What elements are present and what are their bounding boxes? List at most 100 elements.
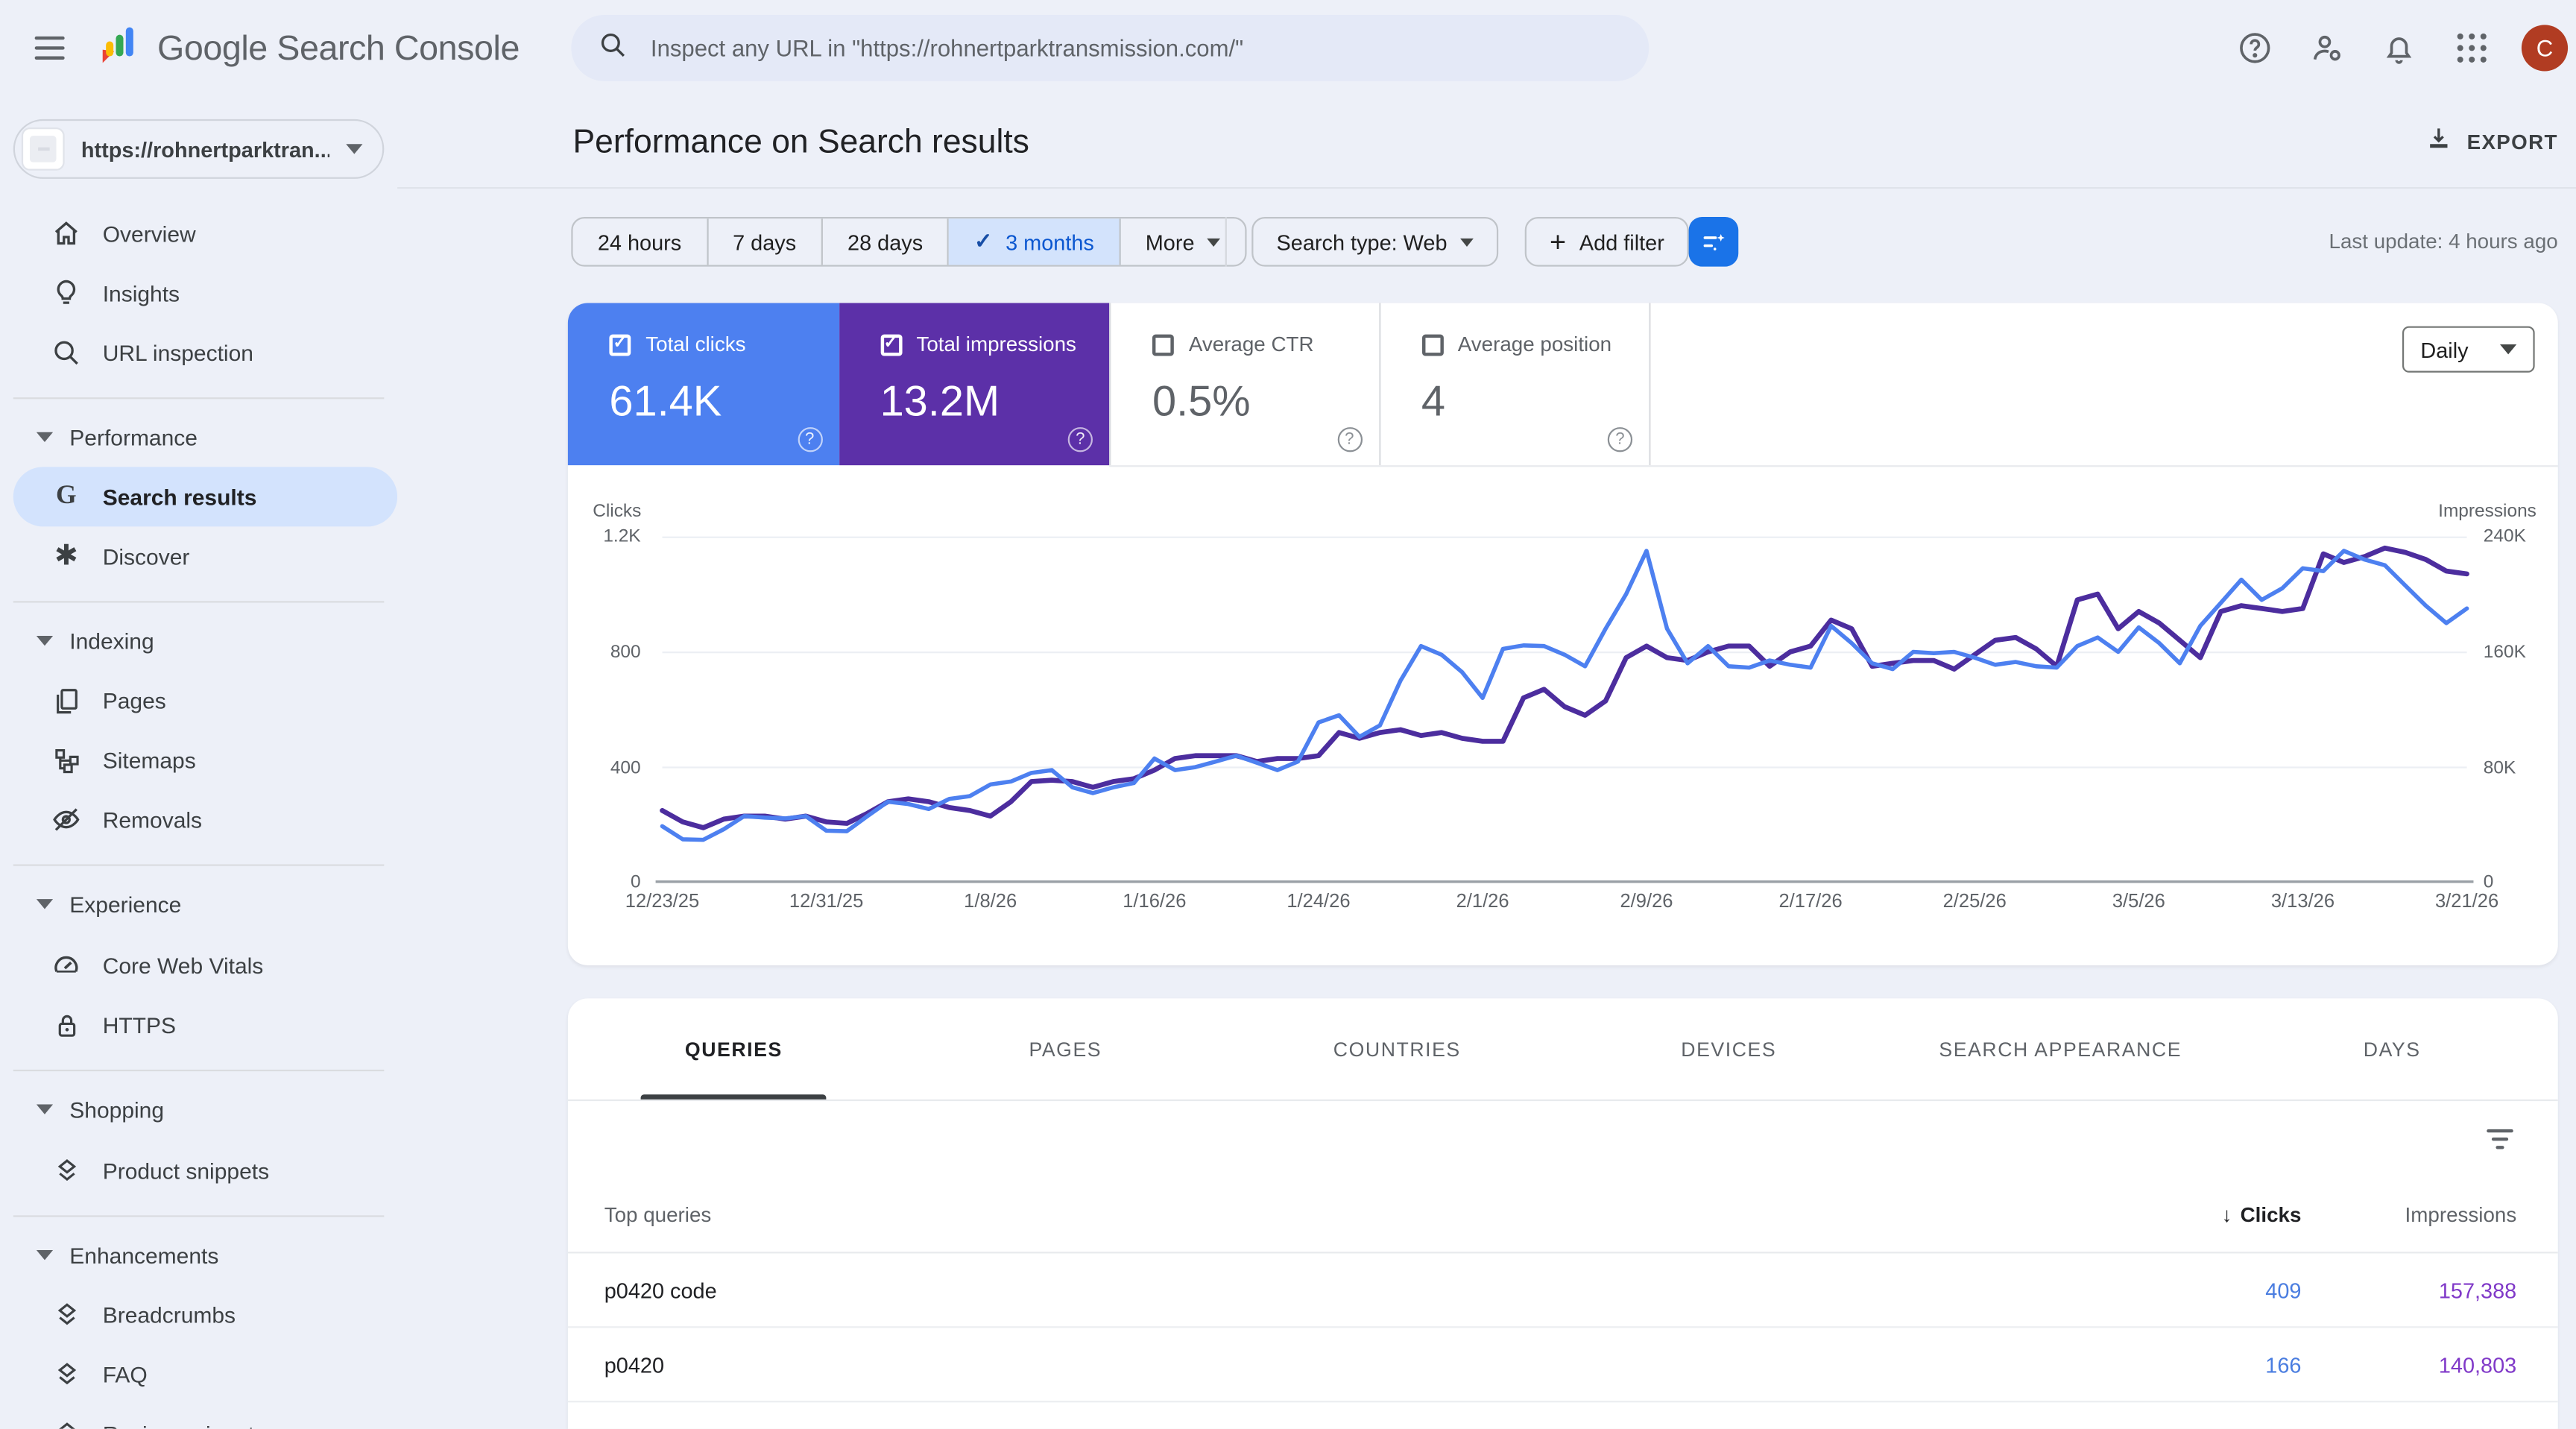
range-more[interactable]: More — [1120, 218, 1246, 265]
section-collapse-icon — [37, 636, 53, 646]
sidebar-section-enhancements[interactable]: Enhancements — [0, 1230, 397, 1280]
left-axis-tick: 0 — [568, 873, 641, 893]
sidebar-divider — [13, 1215, 385, 1217]
sidebar-item-core-web-vitals[interactable]: Core Web Vitals — [0, 936, 397, 995]
sidebar-item-overview[interactable]: Overview — [0, 204, 397, 263]
table-toolbar — [568, 1101, 2558, 1177]
sidebar-item-discover[interactable]: ✱ Discover — [0, 526, 397, 586]
sidebar-item-faq[interactable]: FAQ — [0, 1345, 397, 1404]
timeseries-chart[interactable] — [662, 537, 2466, 883]
dimensions-table-card: QUERIES PAGES COUNTRIES DEVICES SEARCH A… — [568, 998, 2558, 1429]
plus-icon: + — [1550, 227, 1566, 256]
tab-pages[interactable]: PAGES — [900, 998, 1231, 1099]
x-tick: 2/25/26 — [1943, 892, 2007, 912]
x-tick: 12/23/25 — [625, 892, 699, 912]
sidebar-item-url-inspection[interactable]: URL inspection — [0, 323, 397, 382]
help-icon[interactable] — [2232, 25, 2278, 71]
sidebar-item-label: Removals — [103, 807, 202, 832]
help-circle-icon[interactable]: ? — [798, 427, 822, 452]
sidebar-item-label: Sitemaps — [103, 748, 196, 772]
right-axis-tick: 240K — [2484, 526, 2526, 546]
average-ctr-tile[interactable]: Average CTR 0.5% ? — [1109, 303, 1380, 465]
app-logo[interactable]: Google Search Console — [96, 22, 520, 76]
column-clicks-sort[interactable]: ↓Clicks — [2222, 1204, 2302, 1227]
left-axis-tick: 400 — [568, 758, 641, 778]
table-row[interactable]: p0420 166 140,803 — [568, 1328, 2558, 1402]
section-collapse-icon — [37, 1105, 53, 1114]
range-28-days[interactable]: 28 days — [823, 218, 950, 265]
sidebar-section-indexing[interactable]: Indexing — [0, 616, 397, 666]
sort-desc-icon: ↓ — [2222, 1204, 2232, 1227]
help-circle-icon[interactable]: ? — [1068, 427, 1093, 452]
asterisk-icon: ✱ — [50, 540, 83, 572]
property-selector[interactable]: https://rohnertparktran... — [13, 119, 385, 179]
sidebar-item-pages[interactable]: Pages — [0, 671, 397, 731]
table-header: Top queries ↓Clicks Impressions — [568, 1177, 2558, 1253]
tab-devices[interactable]: DEVICES — [1563, 998, 1895, 1099]
search-type-chip[interactable]: Search type: Web — [1251, 217, 1498, 267]
impressions-value[interactable]: 140,803 — [2439, 1353, 2516, 1378]
tab-countries[interactable]: COUNTRIES — [1231, 998, 1563, 1099]
sidebar-item-label: Breadcrumbs — [103, 1302, 236, 1327]
section-label: Enhancements — [69, 1243, 218, 1267]
granularity-select[interactable]: Daily — [2402, 327, 2535, 373]
check-icon: ✓ — [974, 229, 992, 256]
total-clicks-tile[interactable]: ✓Total clicks 61.4K ? — [568, 303, 839, 465]
add-filter-chip[interactable]: + Add filter — [1525, 217, 1689, 267]
range-24-hours[interactable]: 24 hours — [573, 218, 708, 265]
hamburger-menu-icon[interactable] — [35, 37, 65, 60]
url-inspect-searchbar[interactable] — [571, 15, 1649, 81]
export-button[interactable]: EXPORT — [2424, 124, 2558, 160]
tab-queries[interactable]: QUERIES — [568, 998, 900, 1099]
sidebar-item-breadcrumbs[interactable]: Breadcrumbs — [0, 1285, 397, 1345]
help-circle-icon[interactable]: ? — [1337, 427, 1362, 452]
chevron-down-icon — [346, 144, 362, 154]
total-impressions-tile[interactable]: ✓Total impressions 13.2M ? — [839, 303, 1109, 465]
notifications-bell-icon[interactable] — [2375, 25, 2422, 71]
sidebar-item-label: Discover — [103, 544, 190, 569]
search-input[interactable] — [647, 33, 1622, 63]
sidebar-item-https[interactable]: HTTPS — [0, 995, 397, 1055]
property-label: https://rohnertparktran... — [81, 136, 329, 161]
sidebar-item-review-snippets[interactable]: Review snippets — [0, 1404, 397, 1429]
help-circle-icon[interactable]: ? — [1608, 427, 1632, 452]
sidebar-item-product-snippets[interactable]: Product snippets — [0, 1141, 397, 1200]
column-impressions[interactable]: Impressions — [2405, 1204, 2517, 1227]
lock-icon — [50, 1009, 83, 1041]
user-settings-icon[interactable] — [2305, 25, 2351, 71]
average-position-tile[interactable]: Average position 4 ? — [1380, 303, 1650, 465]
checkbox-checked-icon[interactable]: ✓ — [609, 334, 631, 356]
avatar[interactable]: C — [2522, 25, 2568, 71]
title-bar: Performance on Search results EXPORT — [397, 96, 2576, 189]
sidebar: https://rohnertparktran... Overview Insi… — [0, 96, 397, 1429]
layers-icon — [50, 1417, 83, 1429]
checkbox-unchecked-icon[interactable] — [1152, 334, 1174, 356]
sidebar-section-experience[interactable]: Experience — [0, 879, 397, 929]
sidebar-item-label: Insights — [103, 280, 180, 305]
layers-icon — [50, 1298, 83, 1331]
checkbox-unchecked-icon[interactable] — [1421, 334, 1443, 356]
speedometer-icon — [50, 949, 83, 982]
tab-days[interactable]: DAYS — [2226, 998, 2558, 1099]
sidebar-item-insights[interactable]: Insights — [0, 263, 397, 323]
total-clicks-value: 61.4K — [609, 376, 839, 427]
table-row[interactable]: p0420 code 409 157,388 — [568, 1253, 2558, 1328]
sidebar-section-performance[interactable]: Performance — [0, 412, 397, 462]
filter-list-icon[interactable] — [2485, 1126, 2515, 1152]
table-row[interactable]: how to check transmission fluid 131 93,0… — [568, 1402, 2558, 1429]
tab-search-appearance[interactable]: SEARCH APPEARANCE — [1895, 998, 2226, 1099]
range-7-days[interactable]: 7 days — [708, 218, 823, 265]
sidebar-section-shopping[interactable]: Shopping — [0, 1085, 397, 1135]
range-3-months[interactable]: ✓3 months — [950, 218, 1121, 265]
checkbox-checked-icon[interactable]: ✓ — [880, 334, 902, 356]
sidebar-item-removals[interactable]: Removals — [0, 790, 397, 850]
clicks-value[interactable]: 166 — [2265, 1353, 2301, 1378]
sidebar-item-sitemaps[interactable]: Sitemaps — [0, 731, 397, 790]
property-favicon — [22, 127, 65, 171]
apps-grid-icon[interactable] — [2449, 25, 2495, 71]
sidebar-item-label: Review snippets — [103, 1422, 265, 1429]
impressions-value[interactable]: 157,388 — [2439, 1278, 2516, 1303]
filter-settings-button[interactable] — [1689, 217, 1739, 267]
clicks-value[interactable]: 409 — [2265, 1278, 2301, 1303]
sidebar-item-search-results[interactable]: G Search results — [13, 467, 397, 526]
